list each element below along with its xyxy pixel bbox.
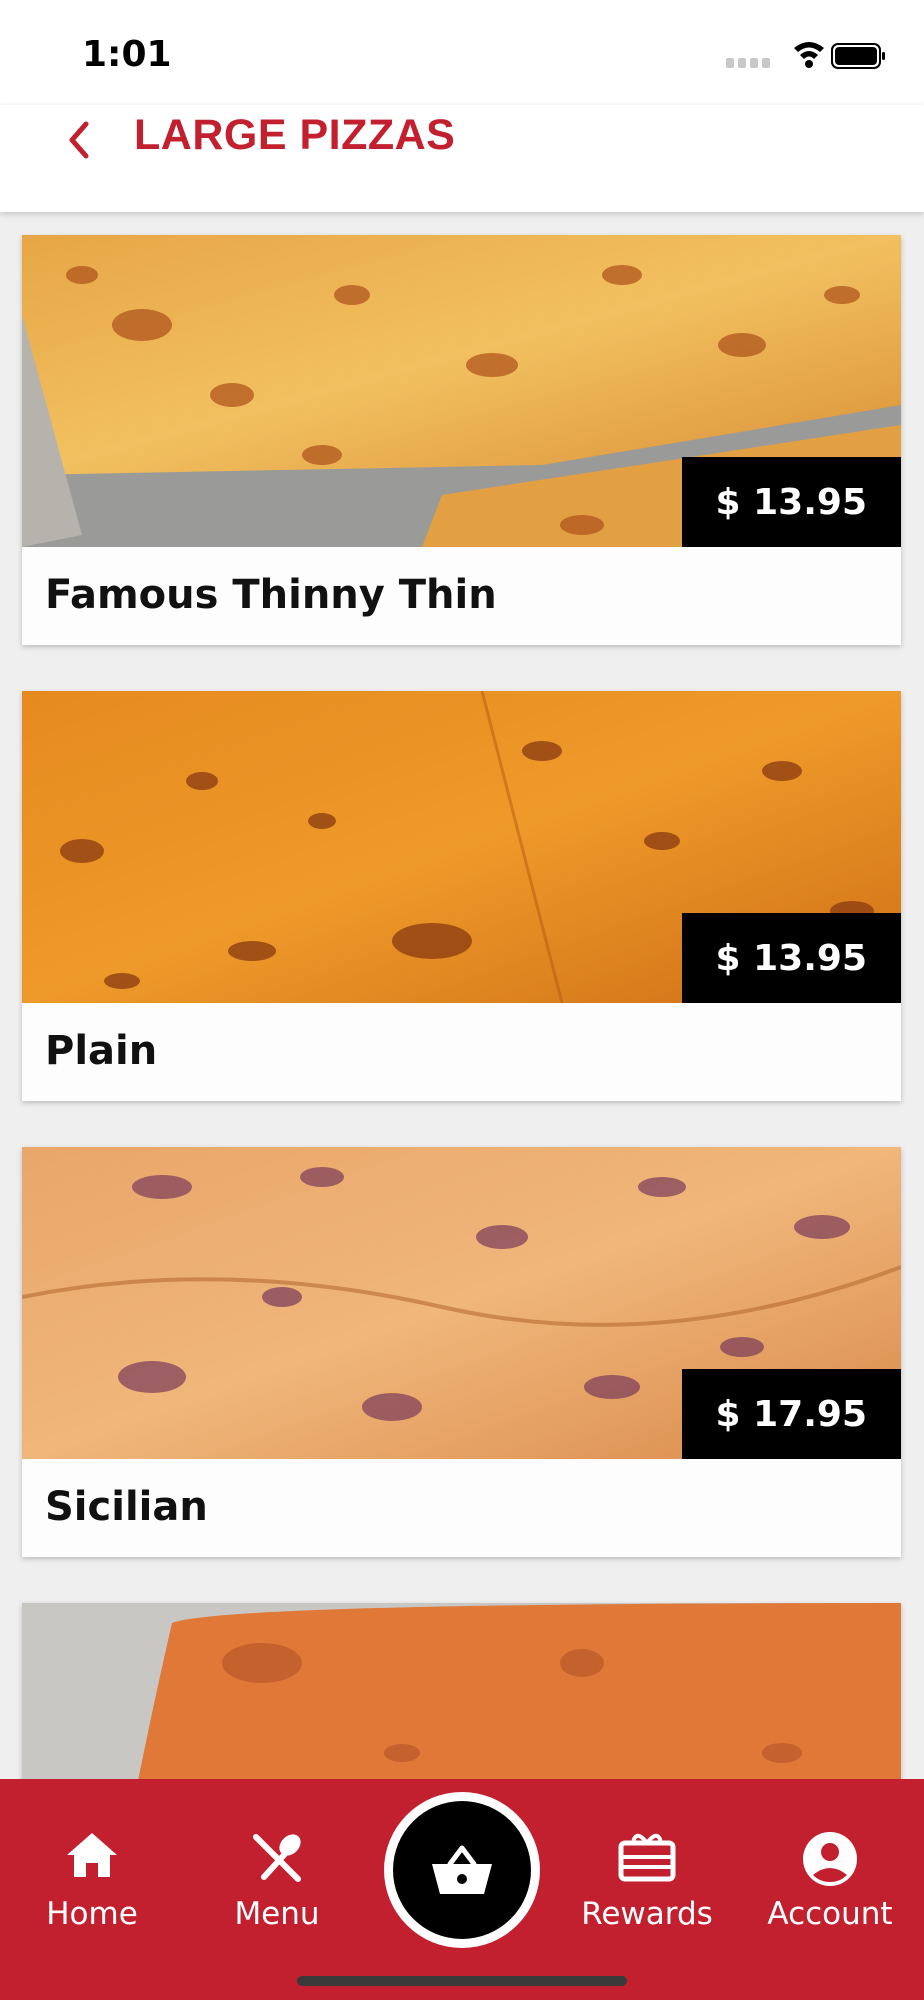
price-tag: $ 17.95 xyxy=(681,1369,901,1459)
wifi-icon xyxy=(794,42,824,68)
page-title: LARGE PIZZAS xyxy=(134,111,456,159)
product-name: Plain xyxy=(45,1028,158,1074)
basket-icon xyxy=(432,1845,492,1894)
utensils-icon xyxy=(253,1834,301,1882)
product-card-partial[interactable] xyxy=(22,1603,901,1780)
tab-label-menu: Menu xyxy=(234,1896,320,1932)
tab-label-home: Home xyxy=(46,1896,138,1932)
product-name: Famous Thinny Thin xyxy=(45,572,497,618)
tab-account[interactable]: Account xyxy=(755,1779,905,1932)
status-icons xyxy=(726,42,885,69)
tab-menu[interactable]: Menu xyxy=(202,1779,352,1932)
status-time: 1:01 xyxy=(82,34,172,75)
cart-button-inner xyxy=(393,1801,531,1939)
back-chevron-icon xyxy=(69,121,89,159)
nav-header: LARGE PIZZAS xyxy=(0,105,924,212)
product-image xyxy=(22,1603,901,1780)
product-card-plain[interactable]: $ 13.95 Plain xyxy=(22,691,901,1101)
account-icon xyxy=(803,1832,857,1886)
gift-card-icon xyxy=(618,1833,676,1882)
bottom-tab-bar: Home Menu Rewards Account xyxy=(0,1779,924,2000)
signal-icon xyxy=(726,58,770,68)
product-list[interactable]: $ 13.95 Famous Thinny Thin $ 13.95 Plain… xyxy=(0,212,924,1780)
product-card-sicilian[interactable]: $ 17.95 Sicilian xyxy=(22,1147,901,1557)
product-image: $ 13.95 xyxy=(22,235,901,547)
tab-rewards[interactable]: Rewards xyxy=(572,1779,722,1932)
tab-label-rewards: Rewards xyxy=(581,1896,713,1932)
product-image: $ 17.95 xyxy=(22,1147,901,1459)
back-button[interactable] xyxy=(58,114,102,166)
price-tag: $ 13.95 xyxy=(681,913,901,1003)
tab-label-account: Account xyxy=(767,1896,893,1932)
home-icon xyxy=(67,1833,117,1877)
product-image: $ 13.95 xyxy=(22,691,901,1003)
battery-icon xyxy=(831,43,885,69)
tab-home[interactable]: Home xyxy=(17,1779,167,1932)
cart-button[interactable] xyxy=(384,1792,540,1948)
price-tag: $ 13.95 xyxy=(681,457,901,547)
product-card-famous-thinny-thin[interactable]: $ 13.95 Famous Thinny Thin xyxy=(22,235,901,645)
status-bar: 1:01 xyxy=(0,0,924,105)
home-indicator xyxy=(297,1976,627,1986)
product-name: Sicilian xyxy=(45,1484,208,1530)
